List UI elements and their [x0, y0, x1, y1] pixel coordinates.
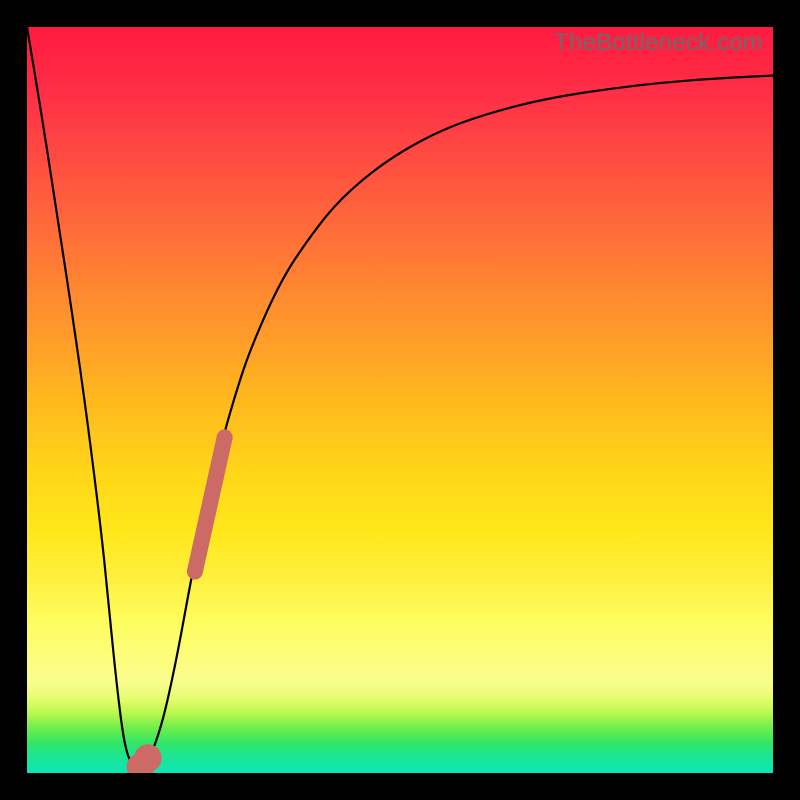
bar-segment: [195, 437, 225, 571]
chart-frame: TheBottleneck.com: [0, 0, 800, 800]
bottleneck-curve: [27, 27, 773, 773]
plot-area: TheBottleneck.com: [27, 27, 773, 773]
low-dot-2: [134, 744, 162, 772]
